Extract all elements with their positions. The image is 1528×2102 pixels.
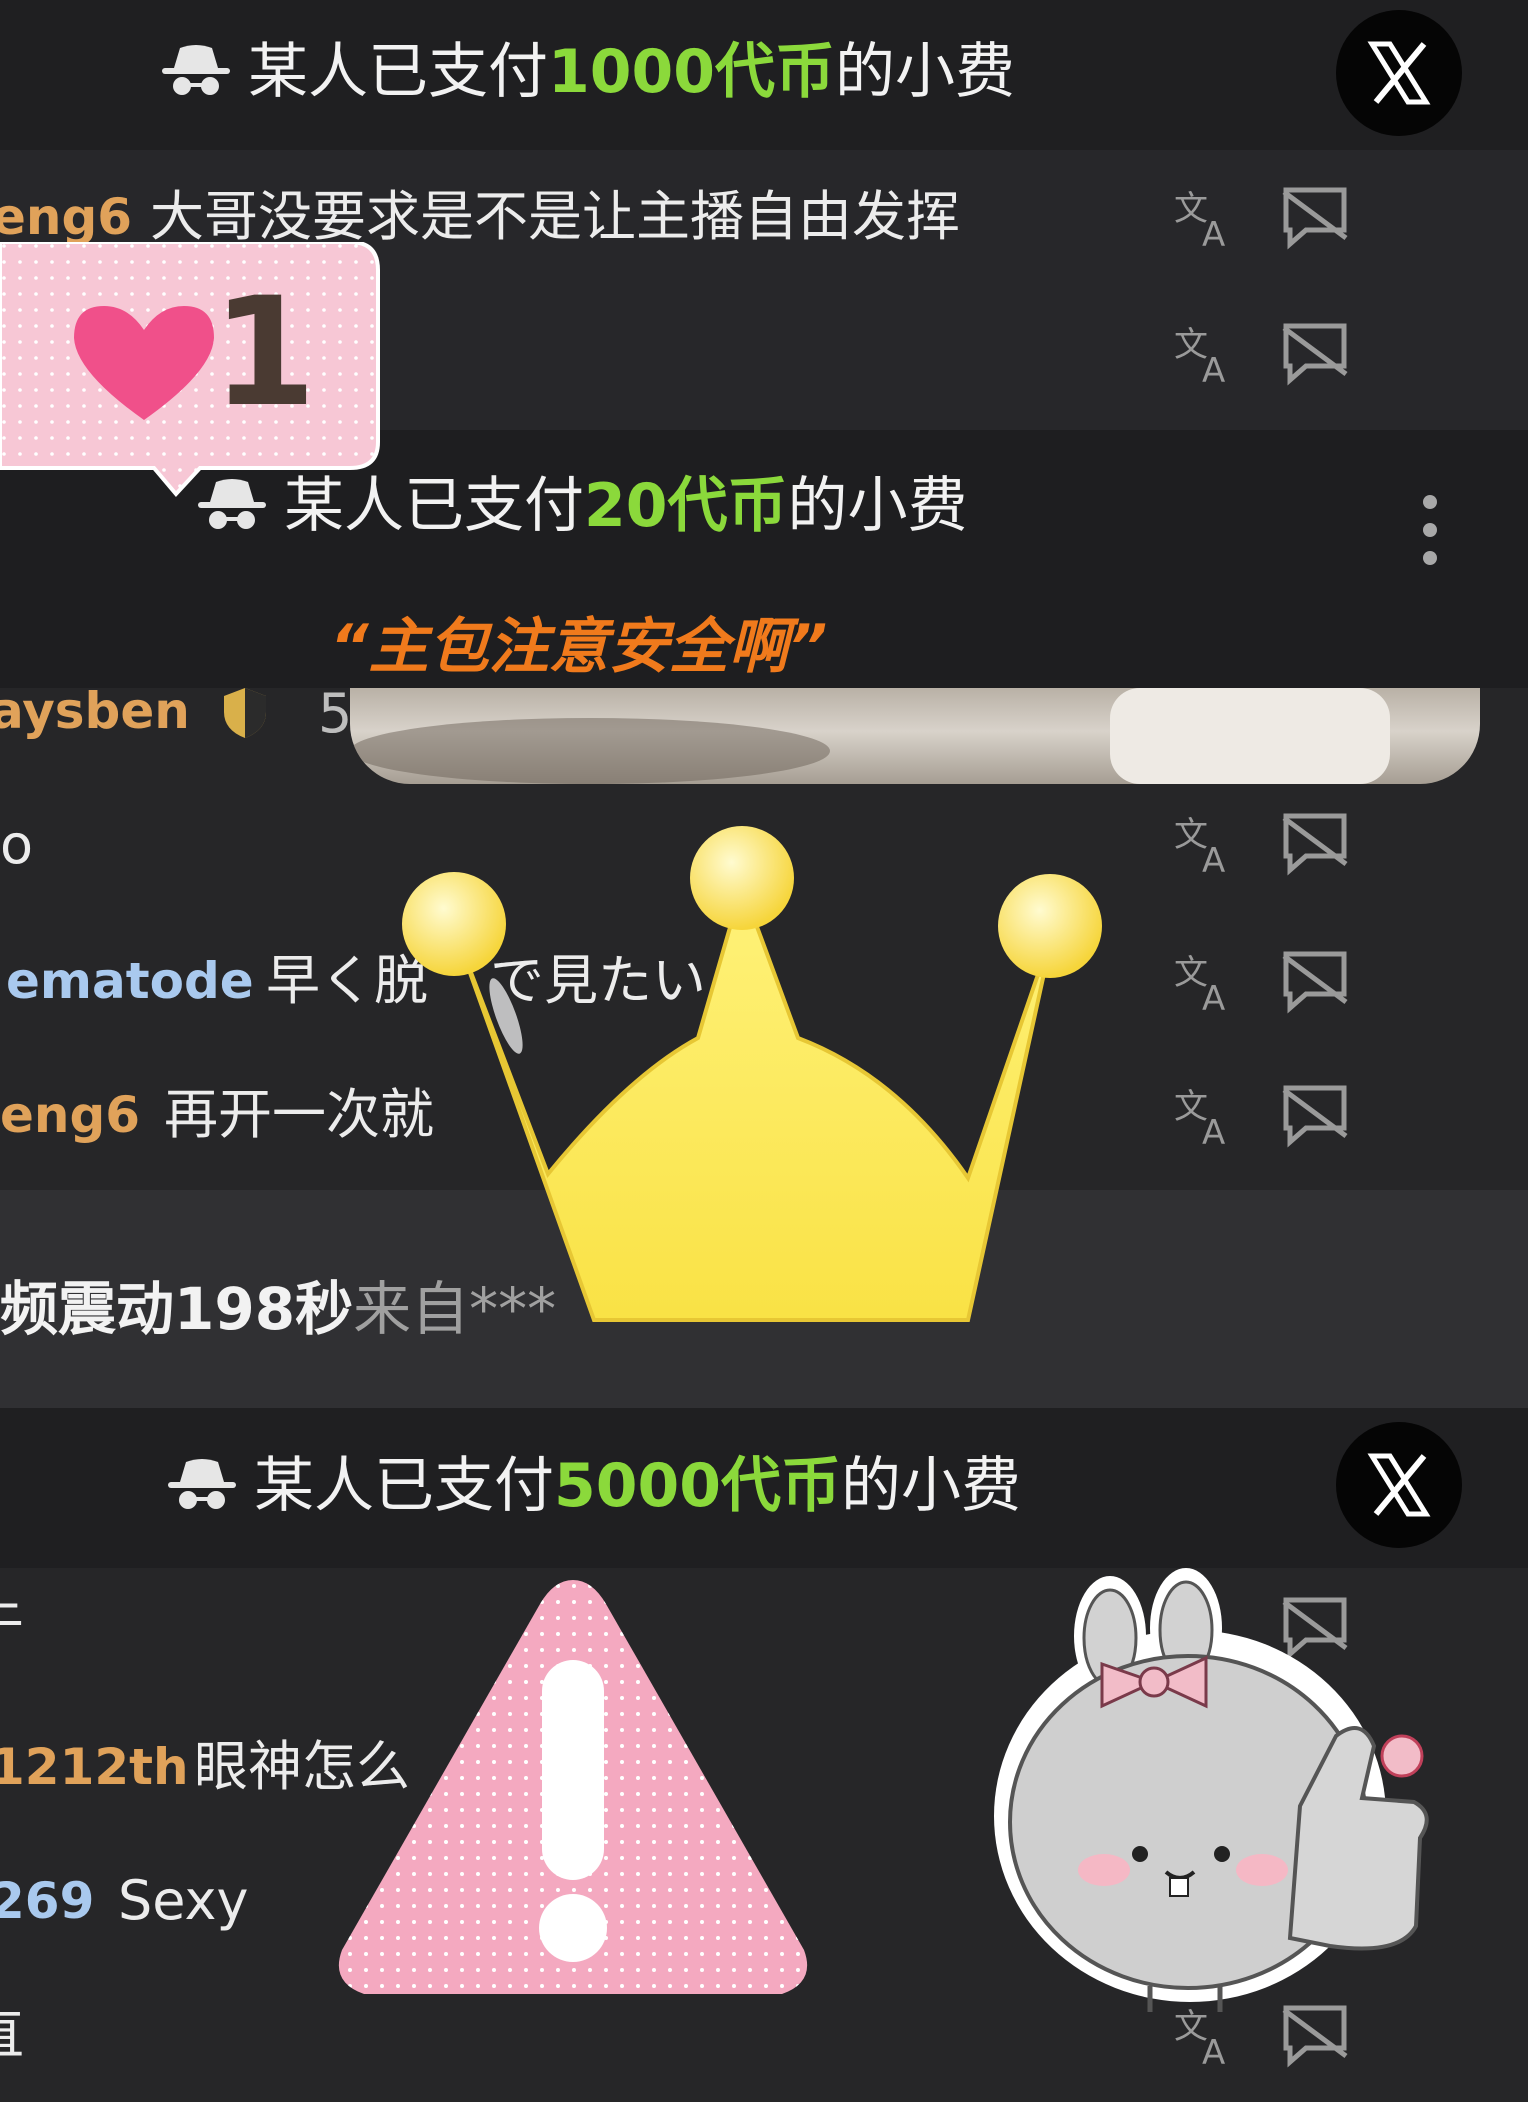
chat-message: 再开一次就 <box>164 1083 434 1146</box>
tip-suffix: 的小费 <box>835 37 1015 107</box>
svg-text:A: A <box>1202 2033 1225 2070</box>
hide-chat-icon[interactable] <box>1280 182 1350 252</box>
tip-amount: 1000代币 <box>548 37 835 107</box>
row-actions: 文A <box>1172 182 1362 252</box>
crown-sticker <box>398 816 1112 1336</box>
x-close-icon <box>1367 1453 1431 1517</box>
svg-text:A: A <box>1202 1113 1225 1150</box>
translate-icon[interactable]: 文A <box>1172 182 1242 252</box>
chat-message: Sexy <box>118 1869 249 1932</box>
more-vertical-icon <box>1423 495 1437 565</box>
svg-text:A: A <box>1202 215 1225 252</box>
tip-text-1000: 某人已支付1000代币的小费 <box>160 42 1015 106</box>
row-actions: 文A <box>1172 1080 1362 1150</box>
row-actions: 文A <box>1172 946 1362 1016</box>
tip-text-5000: 某人已支付5000代币的小费 <box>166 1456 1021 1520</box>
vibration-duration: 频震动198秒 <box>0 1275 354 1343</box>
svg-text:A: A <box>1202 841 1225 878</box>
chat-message: 于 <box>0 1560 24 1694</box>
x-close-icon <box>1367 41 1431 105</box>
translate-icon[interactable]: 文A <box>1172 808 1242 878</box>
close-tip-button[interactable] <box>1336 10 1462 136</box>
tip-amount: 5000代币 <box>554 1451 841 1521</box>
translate-icon[interactable]: 文A <box>1172 946 1242 1016</box>
svg-text:A: A <box>1202 351 1225 388</box>
shield-badge-icon <box>222 686 268 740</box>
chat-message: 直 <box>0 1968 24 2102</box>
hide-chat-icon[interactable] <box>1280 808 1350 878</box>
tip-prefix: 某人已支付 <box>254 1451 554 1521</box>
translate-icon[interactable]: 文A <box>1172 1080 1242 1150</box>
tip-prefix: 某人已支付 <box>248 37 548 107</box>
incognito-icon <box>166 1458 238 1520</box>
chat-message: 5 <box>318 682 353 745</box>
translate-icon[interactable]: 文A <box>1172 318 1242 388</box>
chat-username[interactable]: eng6 <box>0 1048 140 1182</box>
tip-amount: 20代币 <box>584 471 788 541</box>
bunny-thumbs-up-sticker <box>990 1566 1470 2026</box>
more-options-button[interactable] <box>1408 490 1452 570</box>
hide-chat-icon[interactable] <box>1280 318 1350 388</box>
chat-username[interactable]: aysben <box>0 644 190 778</box>
chat-username[interactable]: ematode <box>6 914 254 1048</box>
hide-chat-icon[interactable] <box>1280 1080 1350 1150</box>
incognito-icon <box>160 44 232 106</box>
row-actions: 文A <box>1172 808 1362 878</box>
chat-message: o <box>0 813 34 876</box>
like-badge-sticker: 1 <box>0 240 380 502</box>
warning-sticker <box>330 1566 816 2006</box>
hide-chat-icon[interactable] <box>1280 946 1350 1016</box>
close-tip-button[interactable] <box>1336 1422 1462 1548</box>
like-count: 1 <box>212 266 317 440</box>
row-actions: 文A <box>1172 318 1362 388</box>
chat-username[interactable]: 269 <box>0 1834 94 1968</box>
tip-suffix: 的小费 <box>841 1451 1021 1521</box>
chat-username[interactable]: 1212th <box>0 1700 189 1834</box>
svg-text:A: A <box>1202 979 1225 1016</box>
tip-suffix: 的小费 <box>787 471 968 541</box>
